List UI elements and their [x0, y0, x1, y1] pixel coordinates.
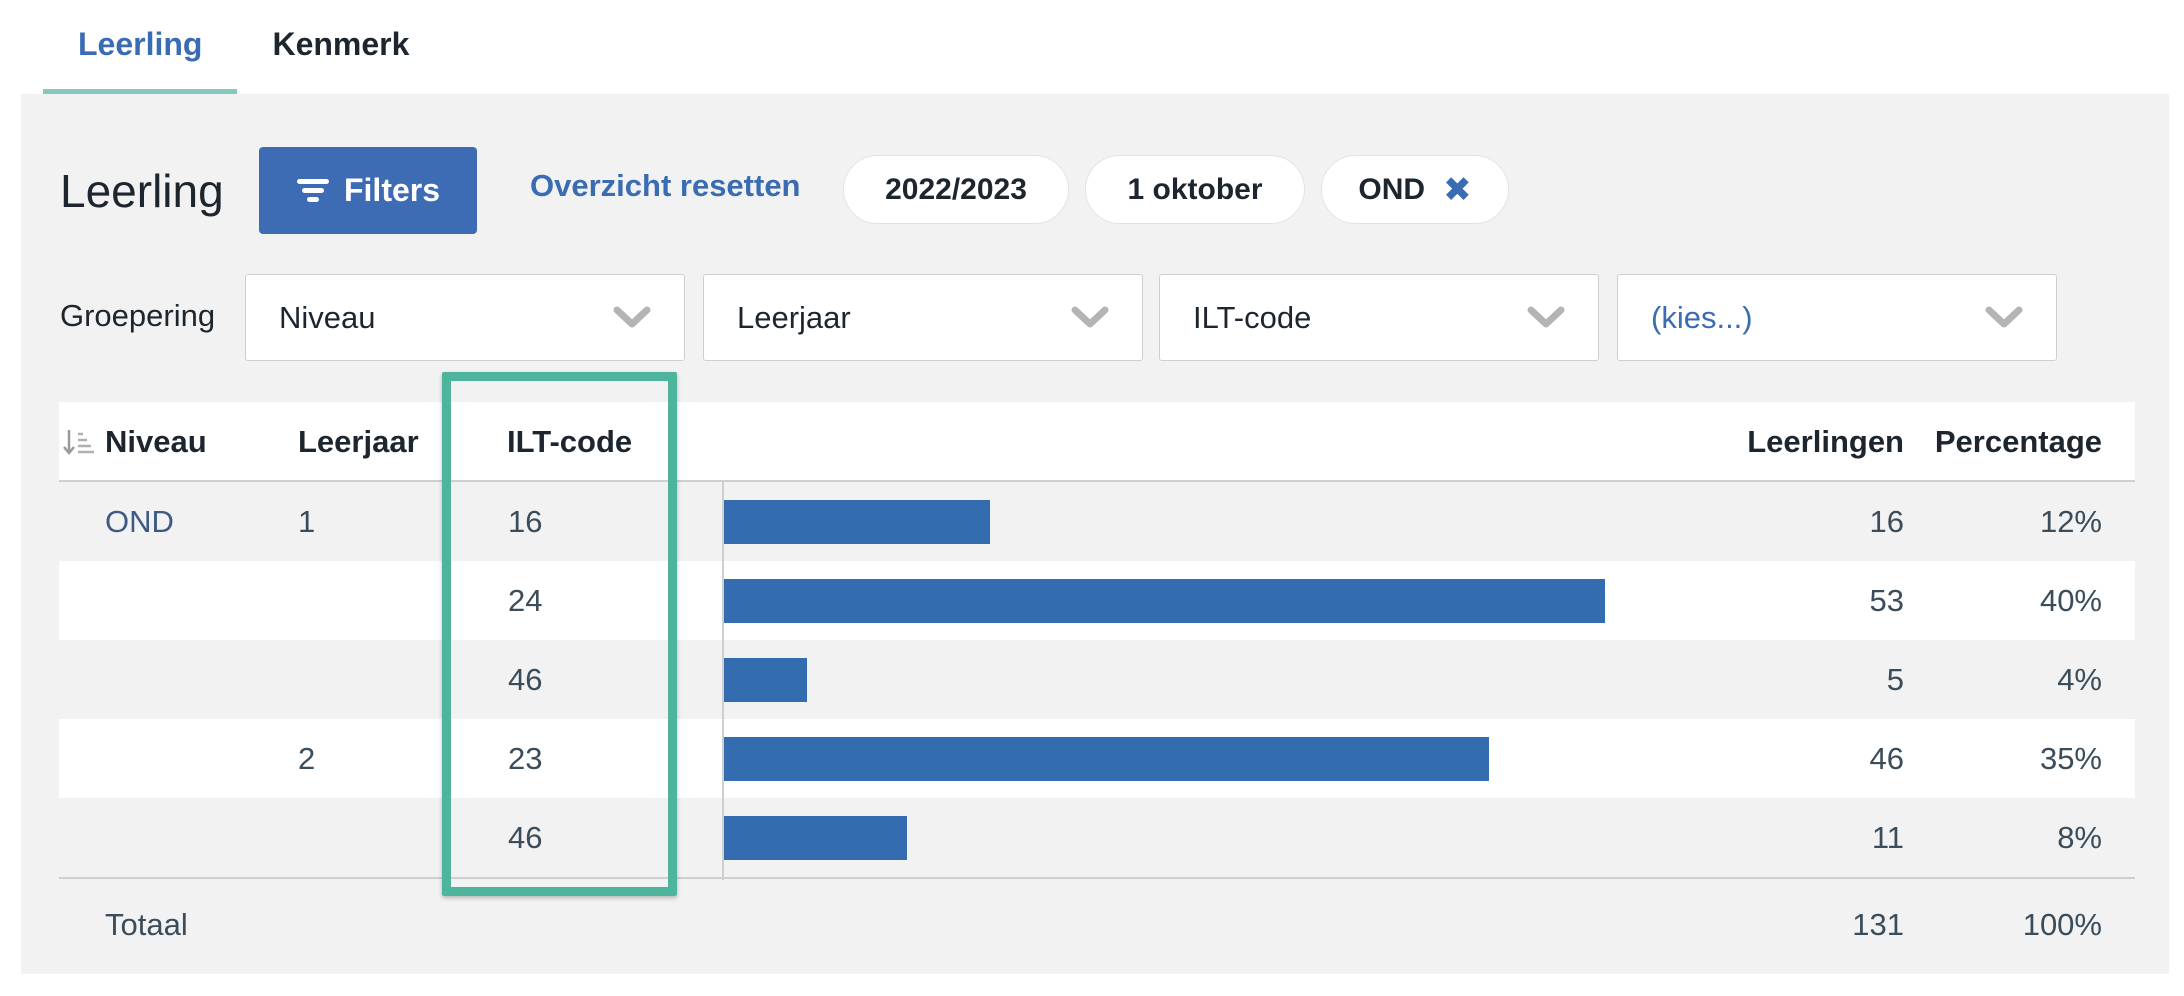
table-row[interactable]: 46 5 4% [59, 640, 2135, 719]
column-header-leerjaar[interactable]: Leerjaar [298, 402, 419, 482]
cell-ilt-code: 16 [508, 504, 543, 539]
ond-chip: OND ✖ [1321, 155, 1509, 224]
grouping-select-1-value: Niveau [279, 299, 376, 335]
cell-percentage: 40% [2039, 583, 2102, 618]
table-body: OND 1 16 16 12% 24 53 40% 46 5 4% 2 23 46 35% 46 11 8% [59, 482, 2135, 877]
column-header-leerlingen[interactable]: Leerlingen [1639, 402, 1904, 482]
tab-leerling[interactable]: Leerling [43, 0, 238, 94]
page-title: Leerling [60, 165, 224, 217]
sort-icon[interactable] [63, 428, 95, 456]
grouping-label: Groepering [60, 298, 216, 333]
cell-ilt-code: 24 [508, 583, 543, 618]
year-chip-label: 2022/2023 [885, 172, 1027, 206]
grouping-select-3-value: ILT-code [1193, 299, 1312, 335]
cell-percentage: 4% [2057, 662, 2102, 697]
filters-button[interactable]: Filters [259, 147, 477, 234]
cell-leerlingen: 5 [1886, 662, 1904, 697]
reset-overview-link[interactable]: Overzicht resetten [530, 168, 801, 204]
main-panel: Leerling Filters Overzicht resetten 2022… [21, 94, 2169, 974]
table-row[interactable]: 46 11 8% [59, 798, 2135, 877]
cell-leerjaar: 1 [298, 504, 316, 539]
grouping-select-3[interactable]: ILT-code [1159, 274, 1599, 361]
chevron-down-icon [1527, 306, 1565, 328]
column-header-niveau[interactable]: Niveau [105, 402, 207, 482]
cell-ilt-code: 46 [508, 820, 543, 855]
ond-chip-label: OND [1358, 172, 1426, 206]
table-row[interactable]: 24 53 40% [59, 561, 2135, 640]
cell-percentage: 35% [2039, 741, 2102, 776]
bar-axis-line [722, 482, 724, 880]
close-icon[interactable]: ✖ [1443, 170, 1472, 210]
table-row[interactable]: 2 23 46 35% [59, 719, 2135, 798]
date-chip-label: 1 oktober [1127, 172, 1263, 206]
tab-kenmerk[interactable]: Kenmerk [237, 0, 444, 94]
table-row[interactable]: OND 1 16 16 12% [59, 482, 2135, 561]
date-chip[interactable]: 1 oktober [1085, 155, 1305, 224]
bar [724, 658, 807, 702]
total-row: Totaal 131 100% [59, 877, 2135, 969]
grouping-select-1[interactable]: Niveau [245, 274, 685, 361]
grouping-select-2[interactable]: Leerjaar [703, 274, 1143, 361]
grouping-select-4[interactable]: (kies...) [1617, 274, 2057, 361]
bar [724, 737, 1489, 781]
chevron-down-icon [613, 306, 651, 328]
results-table: Niveau Leerjaar ILT-code Leerlingen Perc… [59, 402, 2135, 969]
year-chip[interactable]: 2022/2023 [843, 155, 1069, 224]
chevron-down-icon [1985, 306, 2023, 328]
bar [724, 816, 907, 860]
cell-percentage: 8% [2057, 820, 2102, 855]
total-leerlingen: 131 [1852, 907, 1904, 942]
cell-percentage: 12% [2039, 504, 2102, 539]
cell-leerjaar: 2 [298, 741, 316, 776]
total-percentage: 100% [2022, 907, 2102, 942]
column-header-percentage[interactable]: Percentage [1919, 402, 2102, 482]
cell-niveau: OND [105, 504, 174, 539]
column-header-ilt-code[interactable]: ILT-code [507, 402, 632, 482]
grouping-select-2-value: Leerjaar [737, 299, 851, 335]
grouping-select-4-placeholder: (kies...) [1651, 299, 1753, 335]
cell-leerlingen: 16 [1869, 504, 1904, 539]
table-header: Niveau Leerjaar ILT-code Leerlingen Perc… [59, 402, 2135, 482]
cell-ilt-code: 46 [508, 662, 543, 697]
bar [724, 500, 990, 544]
cell-ilt-code: 23 [508, 741, 543, 776]
chevron-down-icon [1071, 306, 1109, 328]
filter-icon [296, 178, 329, 202]
filters-button-label: Filters [343, 172, 441, 208]
cell-leerlingen: 53 [1869, 583, 1904, 618]
cell-leerlingen: 46 [1869, 741, 1904, 776]
cell-leerlingen: 11 [1871, 820, 1904, 855]
tab-bar: Leerling Kenmerk [43, 0, 444, 94]
total-label: Totaal [105, 907, 188, 942]
bar [724, 579, 1605, 623]
